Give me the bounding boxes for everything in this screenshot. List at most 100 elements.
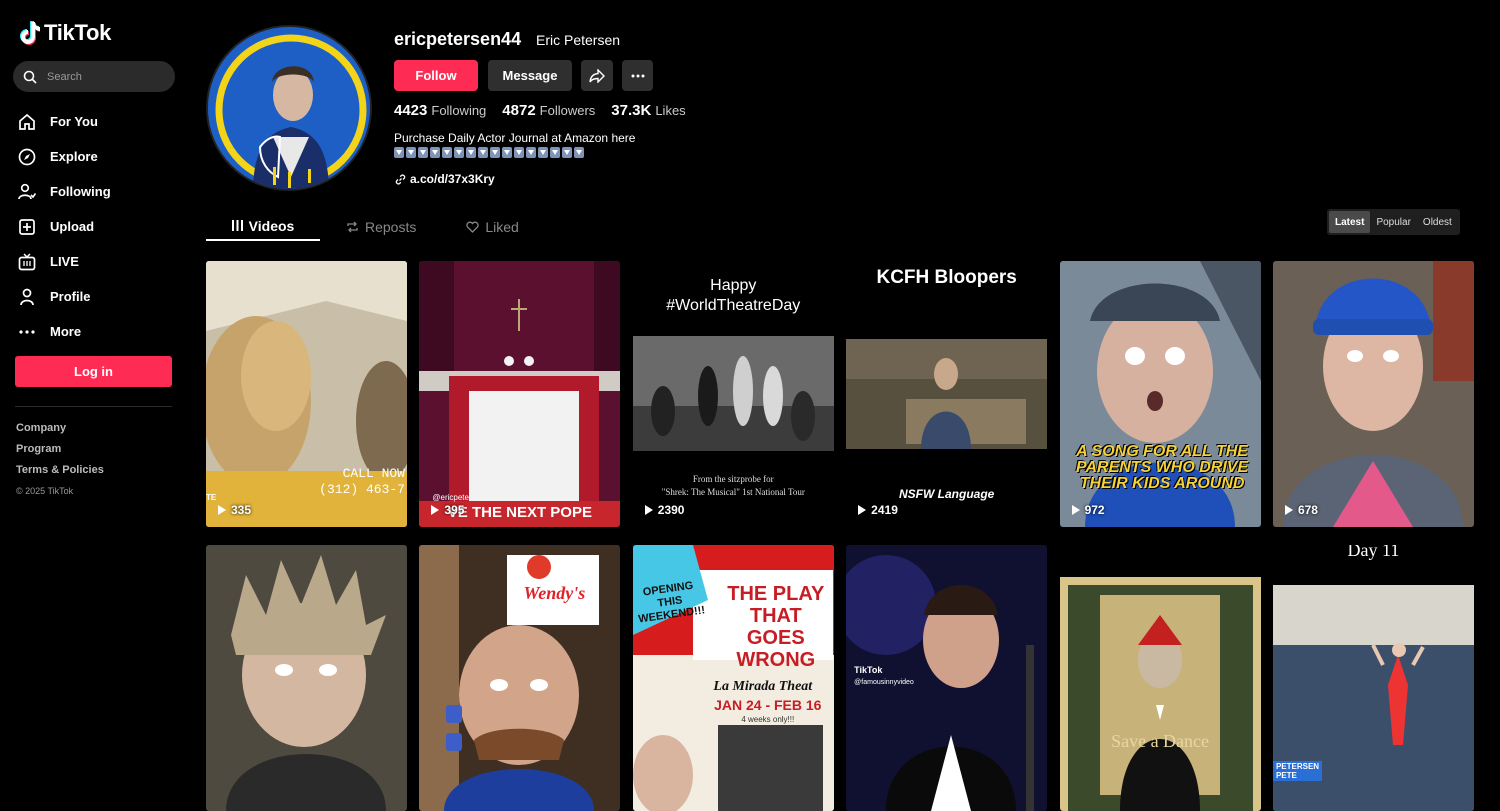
video-thumbnail (1059, 545, 1261, 811)
nav-item-following[interactable]: Following (18, 174, 111, 209)
login-button[interactable]: Log in (15, 356, 172, 387)
nav-label: LIVE (50, 254, 79, 269)
nav-label: Following (50, 184, 111, 199)
sort-oldest[interactable]: Oldest (1417, 211, 1458, 233)
nav-item-live[interactable]: LIVE (18, 244, 111, 279)
nav-label: Profile (50, 289, 91, 304)
video-overlay-text: A SONG FOR ALL THE PARENTS WHO DRIVE THE… (1075, 443, 1249, 492)
video-caption: NSFW Language (899, 487, 995, 501)
following-stat[interactable]: 4423 Following (394, 102, 486, 119)
profile-link-text[interactable]: a.co/d/37x3Kry (410, 172, 495, 186)
video-overlay-text: Save a Dance (1111, 731, 1210, 751)
nav-item-more[interactable]: More (18, 314, 111, 349)
followers-count: 4872 (502, 102, 536, 119)
video-card[interactable]: 678 (1272, 261, 1474, 527)
video-card[interactable]: A SONG FOR ALL THE PARENTS WHO DRIVE THE… (1059, 261, 1261, 527)
tab-videos[interactable]: Videos (206, 212, 320, 241)
profile-tabs: Videos Reposts Liked (206, 212, 533, 241)
followers-stat[interactable]: 4872 Followers (502, 102, 595, 119)
repost-icon (347, 221, 358, 232)
video-card[interactable]: OPENING THIS WEEKEND!!! THE PLAY THAT GO… (632, 545, 834, 811)
nav-item-upload[interactable]: Upload (18, 209, 111, 244)
nav-menu: For You Explore Following Upload LIVE Pr… (18, 104, 111, 349)
search-input[interactable] (47, 70, 157, 83)
tab-reposts[interactable]: Reposts (332, 212, 430, 241)
search-icon (23, 70, 37, 84)
video-title-text: Day 11 (1347, 545, 1400, 560)
view-count: 972 (1071, 503, 1105, 517)
video-card[interactable]: CALL NOW (312) 463-7 TE 335 (206, 261, 407, 527)
upload-icon (18, 218, 36, 236)
profile-username: ericpetersen44 (394, 29, 522, 49)
sidebar-divider (15, 406, 172, 407)
tab-label: Videos (248, 217, 295, 234)
play-icon (1071, 505, 1080, 515)
nav-item-profile[interactable]: Profile (18, 279, 111, 314)
heart-outline-icon (466, 221, 480, 233)
profile-stats: 4423 Following 4872 Followers 37.3K Likes (394, 102, 686, 119)
search-box[interactable] (13, 61, 175, 92)
message-button[interactable]: Message (488, 60, 572, 91)
tiktok-note-icon (20, 21, 40, 45)
view-count: 335 (218, 503, 251, 517)
compass-icon (18, 148, 36, 166)
video-thumbnail (846, 545, 1048, 811)
video-card[interactable]: Happy #WorldTheatreDay From the sitzprob… (632, 261, 834, 527)
tab-label: Liked (485, 218, 519, 235)
tiktok-watermark: TikTok (854, 665, 883, 675)
video-card[interactable] (206, 545, 407, 811)
video-card[interactable]: Day 11 PETERSEN PETE (1272, 545, 1474, 811)
live-icon (18, 252, 36, 271)
video-caption: From the sitzprobe for "Shrek: The Music… (661, 474, 805, 497)
more-dots-icon (18, 323, 36, 341)
nav-label: For You (50, 114, 98, 129)
video-card[interactable]: TikTok @famousinnyvideo (846, 545, 1048, 811)
video-dates: JAN 24 - FEB 16 (714, 697, 822, 713)
nav-label: Upload (50, 219, 95, 234)
video-note: 4 weeks only!!! (741, 715, 795, 724)
video-thumbnail (846, 339, 1048, 449)
more-options-button[interactable] (622, 60, 653, 91)
video-card[interactable]: Wendy's (419, 545, 621, 811)
following-icon (18, 183, 36, 201)
play-icon (1284, 505, 1293, 515)
video-overlay-text: Wendy's (523, 583, 586, 603)
nav-item-explore[interactable]: Explore (18, 139, 111, 174)
watermark-handle: @famousinnyvideo (854, 679, 914, 686)
footer-link-terms[interactable]: Terms & Policies (16, 463, 104, 484)
more-dots-icon (631, 74, 644, 77)
video-caption: La Mirada Theat (713, 679, 813, 694)
following-label: Following (431, 103, 487, 118)
video-thumbnail (1272, 261, 1474, 527)
footer-link-company[interactable]: Company (16, 421, 104, 442)
following-count: 4423 (394, 102, 428, 119)
profile-display-name: Eric Petersen (536, 32, 621, 48)
video-thumbnail (419, 261, 621, 527)
play-icon (431, 505, 440, 515)
video-title-text: Happy #WorldTheatreDay (666, 277, 801, 314)
link-icon (395, 173, 406, 185)
share-button[interactable] (581, 60, 613, 91)
video-card[interactable]: @ericpete VE THE NEXT POPE 395 (419, 261, 621, 527)
profile-avatar (206, 25, 372, 191)
sort-latest[interactable]: Latest (1329, 211, 1371, 233)
video-card[interactable]: Save a Dance (1059, 545, 1261, 811)
sort-popular[interactable]: Popular (1370, 211, 1416, 233)
view-count: 2390 (644, 503, 684, 517)
video-card[interactable]: KCFH Bloopers NSFW Language 2419 (846, 261, 1048, 527)
bio-text: Purchase Daily Actor Journal at Amazon h… (394, 131, 636, 145)
view-count: 678 (1284, 503, 1318, 517)
tiktok-logo[interactable]: TikTok (18, 20, 111, 46)
followers-label: Followers (539, 103, 596, 118)
profile-link[interactable]: a.co/d/37x3Kry (395, 172, 495, 186)
video-thumbnail (206, 545, 407, 811)
down-arrow-emoji-row (394, 147, 635, 158)
tab-liked[interactable]: Liked (452, 212, 532, 241)
video-tag: TE (206, 493, 217, 502)
nav-item-for-you[interactable]: For You (18, 104, 111, 139)
follow-button[interactable]: Follow (394, 60, 478, 91)
play-icon (858, 505, 867, 515)
profile-icon (18, 288, 36, 306)
video-overlay-text: CALL NOW (312) 463-7 (319, 466, 405, 497)
footer-link-program[interactable]: Program (16, 442, 104, 463)
